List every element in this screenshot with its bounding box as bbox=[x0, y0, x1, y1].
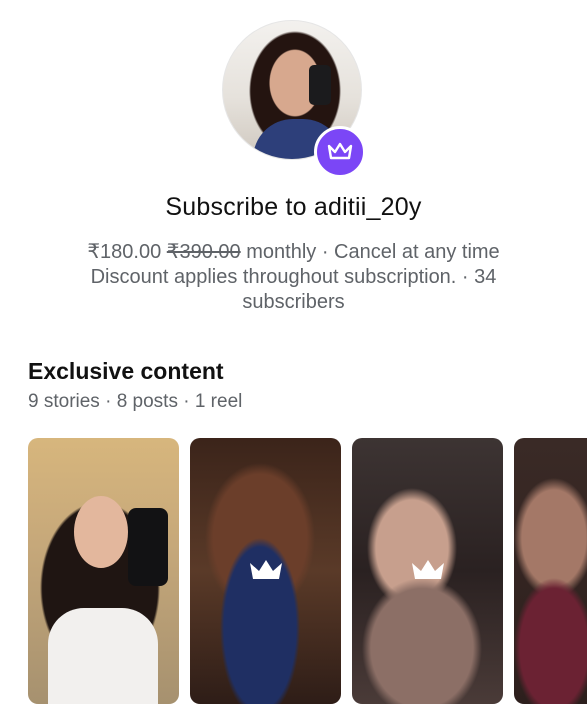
exclusive-content-heading: Exclusive content bbox=[28, 358, 224, 384]
page-title: Subscribe to aditii_20y bbox=[165, 193, 422, 221]
exclusive-content-carousel[interactable] bbox=[28, 438, 587, 704]
tile-phone bbox=[128, 508, 168, 586]
tile-top bbox=[48, 608, 158, 704]
subscription-page: Subscribe to aditii_20y ₹180.00 ₹390.00 … bbox=[0, 0, 587, 710]
subscriber-badge bbox=[314, 126, 366, 178]
content-tile-locked[interactable] bbox=[190, 438, 341, 704]
discount-note: Discount applies throughout subscription… bbox=[90, 266, 497, 313]
content-tile-locked[interactable] bbox=[352, 438, 503, 704]
crown-icon bbox=[249, 560, 282, 579]
exclusive-content-summary: 9 stories · 8 posts · 1 reel bbox=[28, 391, 243, 412]
avatar-phone bbox=[309, 65, 331, 105]
content-tile-locked[interactable] bbox=[514, 438, 587, 704]
original-price: ₹390.00 bbox=[166, 241, 241, 263]
content-tile-preview[interactable] bbox=[28, 438, 179, 704]
price-terms: monthly · Cancel at any time bbox=[240, 241, 500, 263]
tile-face bbox=[74, 496, 128, 568]
current-price: ₹180.00 bbox=[87, 241, 162, 263]
crown-icon bbox=[411, 560, 444, 579]
crown-icon bbox=[327, 142, 353, 160]
profile-avatar[interactable] bbox=[222, 20, 366, 178]
price-line: ₹180.00 ₹390.00 monthly · Cancel at any … bbox=[0, 239, 587, 264]
